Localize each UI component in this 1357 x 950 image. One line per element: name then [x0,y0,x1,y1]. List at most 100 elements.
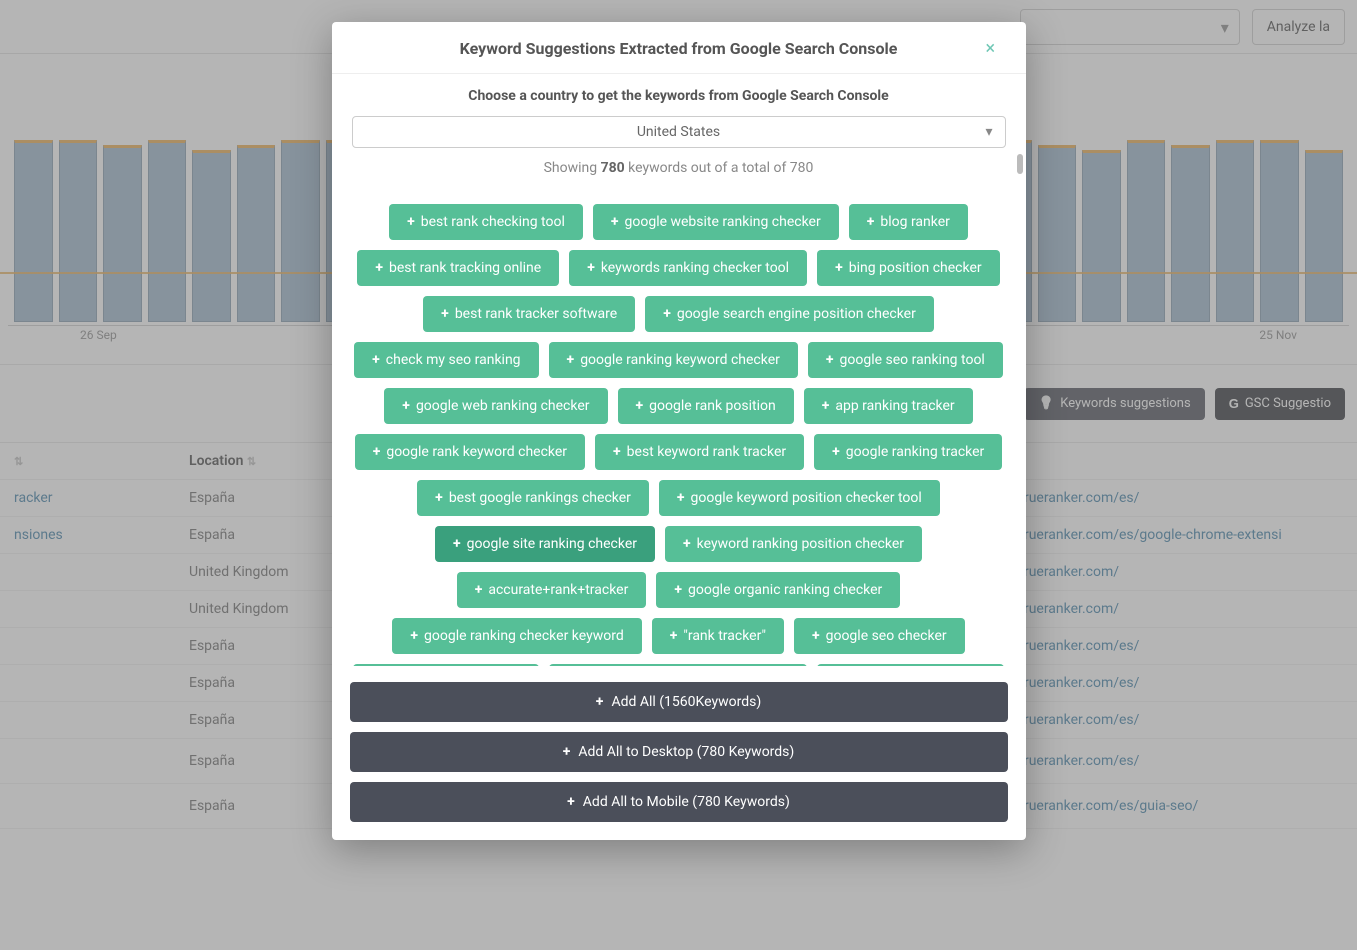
keyword-suggestion-button[interactable]: + best rank tracking online [357,250,559,286]
keyword-suggestion-button[interactable]: + best keyword rank tracker [595,434,804,470]
plus-icon: + [835,260,843,276]
keyword-label: google organic ranking checker [688,582,882,598]
plus-icon: + [611,214,619,230]
keyword-label: best google rankings checker [449,490,631,506]
plus-icon: + [407,214,415,230]
modal-overlay[interactable]: Keyword Suggestions Extracted from Googl… [0,0,1357,950]
modal-title: Keyword Suggestions Extracted from Googl… [372,39,986,58]
plus-icon: + [867,214,875,230]
keyword-label: app ranking tracker [835,398,954,414]
keyword-suggestion-button[interactable]: + google ranking tracker [814,434,1002,470]
keyword-suggestion-button[interactable]: + best rank tracker software [423,296,635,332]
keyword-label: "rank tracker" [683,628,766,644]
keyword-label: google keyword position checker tool [691,490,922,506]
keyword-suggestion-button[interactable]: + google ranking keyword checker [549,342,798,378]
plus-icon: + [613,444,621,460]
keyword-label: google rank keyword checker [386,444,567,460]
plus-icon: + [670,628,678,644]
plus-icon: + [372,352,380,368]
plus-icon: + [822,398,830,414]
plus-icon: + [410,628,418,644]
add-all-desktop-label: Add All to Desktop (780 Keywords) [578,744,794,760]
add-all-desktop-button[interactable]: + Add All to Desktop (780 Keywords) [350,732,1008,772]
keyword-suggestion-button[interactable]: +check google ranking for keyword [549,664,807,666]
modal-instruction: Choose a country to get the keywords fro… [350,88,1008,104]
keyword-label: keyword ranking position checker [697,536,904,552]
plus-icon: + [435,490,443,506]
keyword-suggestion-button[interactable]: + google rank keyword checker [355,434,585,470]
modal-footer: + Add All (1560Keywords) + Add All to De… [332,672,1026,840]
plus-icon: + [677,490,685,506]
keyword-suggestion-button[interactable]: + app ranking tracker [804,388,973,424]
plus-icon: + [475,582,483,598]
modal-body: Choose a country to get the keywords fro… [332,74,1026,672]
keyword-label: google website ranking checker [625,214,821,230]
keyword-label: blog ranker [880,214,950,230]
keyword-suggestion-button[interactable]: +bing position checker [817,250,1000,286]
keyword-suggestion-button[interactable]: + best google rankings checker [417,480,649,516]
plus-icon: + [832,444,840,460]
keyword-label: accurate+rank+tracker [488,582,628,598]
keyword-suggestion-button[interactable]: + google website ranking checker [593,204,839,240]
keyword-suggestion-button[interactable]: + check my seo ranking [354,342,538,378]
plus-icon: + [373,444,381,460]
keyword-suggestion-button[interactable]: + accurate+rank+tracker [457,572,647,608]
add-all-mobile-button[interactable]: + Add All to Mobile (780 Keywords) [350,782,1008,822]
plus-icon: + [375,260,383,276]
modal-header: Keyword Suggestions Extracted from Googl… [332,22,1026,74]
plus-icon: + [587,260,595,276]
plus-icon: + [674,582,682,598]
keyword-label: google web ranking checker [416,398,590,414]
keyword-suggestion-button[interactable]: +free rank tracking tool [353,664,538,666]
plus-icon: + [596,694,604,710]
keyword-label: best rank tracker software [455,306,617,322]
plus-icon: + [826,352,834,368]
keyword-suggestion-button[interactable]: + blog ranker [849,204,968,240]
keyword-suggestion-button[interactable]: + keywords ranking checker tool [569,250,807,286]
keyword-suggestion-button[interactable]: + google ranking checker keyword [392,618,641,654]
keyword-label: google ranking keyword checker [580,352,780,368]
plus-icon: + [812,628,820,644]
keyword-label: check my seo ranking [386,352,521,368]
keyword-label: google ranking tracker [846,444,985,460]
keyword-suggestion-button[interactable]: + best rank checking tool [389,204,583,240]
keyword-label: best rank checking tool [421,214,565,230]
keyword-suggestion-button[interactable]: + google search engine position checker [645,296,934,332]
keyword-label: best rank tracking online [389,260,541,276]
keyword-suggestion-button[interactable]: + google organic ranking checker [656,572,900,608]
scrollbar-thumb[interactable] [1017,154,1023,174]
keyword-suggestion-button[interactable]: + google keyword position checker tool [659,480,940,516]
keyword-label: google seo checker [826,628,947,644]
plus-icon: + [663,306,671,322]
keyword-suggestion-button[interactable]: + "rank tracker" [652,618,784,654]
keyword-label: google ranking checker keyword [424,628,624,644]
keyword-label: google search engine position checker [677,306,916,322]
plus-icon: + [636,398,644,414]
plus-icon: + [402,398,410,414]
keyword-suggestions-modal: Keyword Suggestions Extracted from Googl… [332,22,1026,840]
keyword-label: google seo ranking tool [840,352,985,368]
keyword-suggestion-button[interactable]: + keyword ranking position checker [665,526,922,562]
keyword-suggestion-button[interactable]: + google site ranking checker [435,526,655,562]
plus-icon: + [441,306,449,322]
keyword-suggestion-button[interactable]: + google web ranking checker [384,388,607,424]
add-all-button[interactable]: + Add All (1560Keywords) [350,682,1008,722]
plus-icon: + [567,794,575,810]
add-all-label: Add All (1560Keywords) [611,694,761,710]
keyword-label: google site ranking checker [467,536,637,552]
keyword-label: best keyword rank tracker [627,444,786,460]
plus-icon: + [453,536,461,552]
country-select[interactable]: United States [352,116,1006,148]
close-icon[interactable]: × [986,38,1006,59]
keyword-suggestion-button[interactable]: + google seo checker [794,618,965,654]
keyword-label: google rank position [649,398,776,414]
keyword-suggestion-button[interactable]: + google rank position [618,388,794,424]
showing-text: Showing 780 keywords out of a total of 7… [350,160,1008,176]
plus-icon: + [683,536,691,552]
plus-icon: + [567,352,575,368]
keyword-suggestions-list: +best rank checking tool+google website … [350,204,1008,666]
keyword-suggestion-button[interactable]: + google seo ranking tool [808,342,1003,378]
keyword-label: keywords ranking checker tool [601,260,789,276]
plus-icon: + [563,744,571,760]
keyword-suggestion-button[interactable]: +google website ranker [817,664,1004,666]
